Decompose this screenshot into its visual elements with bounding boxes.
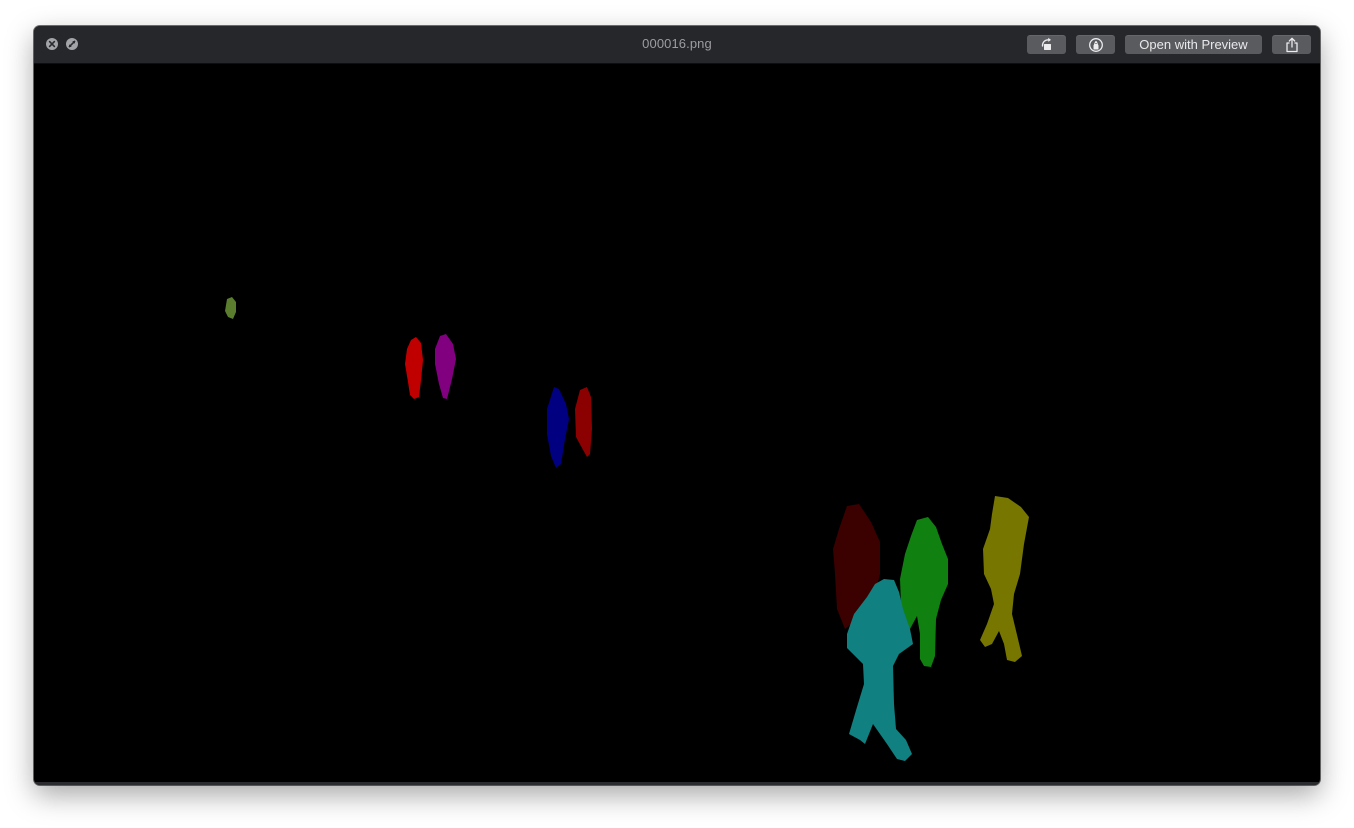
quicklook-window: 000016.png Open with Preview [34, 26, 1320, 785]
image-viewer [37, 64, 1317, 782]
segmentation-mask-image [37, 64, 1317, 782]
rotate-button[interactable] [1027, 35, 1066, 54]
title-bar[interactable]: 000016.png Open with Preview [34, 26, 1320, 64]
share-button[interactable] [1272, 35, 1311, 54]
share-icon [1285, 37, 1298, 52]
markup-button[interactable] [1076, 35, 1115, 54]
open-with-preview-button[interactable]: Open with Preview [1125, 35, 1262, 54]
rotate-icon [1041, 37, 1051, 50]
window-bottom-edge [34, 782, 1320, 785]
markup-icon [1088, 37, 1103, 52]
